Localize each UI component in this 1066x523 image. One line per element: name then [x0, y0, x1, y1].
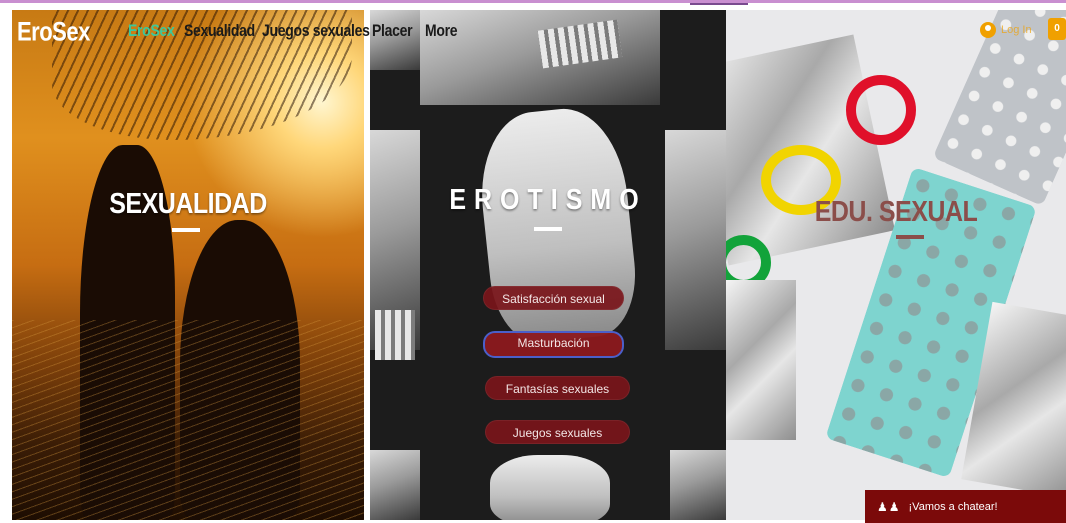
- login-button[interactable]: Log In: [980, 22, 1032, 38]
- nav-erosex[interactable]: EroSex: [128, 20, 175, 39]
- panel-title-erotismo: EROTISMO: [449, 183, 647, 217]
- condom-wrapper-image: [726, 280, 796, 440]
- chat-people-icon: ♟♟: [877, 499, 901, 514]
- menu-fantasias-sexuales[interactable]: Fantasías sexuales: [485, 376, 630, 400]
- panel-edu-sexual[interactable]: EDU. SEXUAL: [726, 10, 1066, 520]
- hands-tile-image: [370, 10, 420, 70]
- nav-more[interactable]: More: [425, 20, 458, 39]
- title-underline: [172, 228, 200, 232]
- top-border: [0, 0, 1066, 3]
- panel-sexualidad[interactable]: SEXUALIDAD: [12, 10, 364, 520]
- menu-satisfaccion-sexual[interactable]: Satisfacción sexual: [483, 286, 624, 310]
- chat-label: ¡Vamos a chatear!: [908, 500, 998, 513]
- hands-tile-image: [665, 130, 726, 350]
- nav-juegos-sexuales[interactable]: Juegos sexuales: [262, 20, 370, 39]
- cart-button[interactable]: 0: [1048, 18, 1066, 40]
- nav-sexualidad[interactable]: Sexualidad: [184, 20, 255, 39]
- pill-blister-image: [932, 10, 1066, 207]
- grass-overlay: [12, 320, 364, 520]
- panel-title-edu-sexual: EDU. SEXUAL: [814, 195, 978, 229]
- menu-juegos-sexuales[interactable]: Juegos sexuales: [485, 420, 630, 444]
- condom-red-image: [846, 75, 916, 145]
- hero-panels: SEXUALIDAD EROTISMO Satisfacción sexual …: [8, 10, 1066, 520]
- title-underline: [534, 227, 562, 231]
- nav-placer[interactable]: Placer: [372, 20, 413, 39]
- panel-erotismo[interactable]: EROTISMO Satisfacción sexual Masturbació…: [370, 10, 726, 520]
- title-underline: [896, 235, 924, 239]
- site-logo[interactable]: EroSex: [17, 16, 90, 47]
- login-label: Log In: [1001, 24, 1032, 36]
- hands-tile-image: [370, 450, 420, 520]
- hands-tile-image: [670, 450, 726, 520]
- scroll-indicator: [690, 3, 748, 5]
- panel-title-sexualidad: SEXUALIDAD: [109, 187, 267, 221]
- chat-button[interactable]: ♟♟ ¡Vamos a chatear!: [865, 490, 1066, 523]
- menu-masturbacion[interactable]: Masturbación: [483, 331, 624, 358]
- clasped-hands-image: [490, 455, 610, 520]
- user-icon: [980, 22, 996, 38]
- wristwatch-image: [375, 310, 415, 360]
